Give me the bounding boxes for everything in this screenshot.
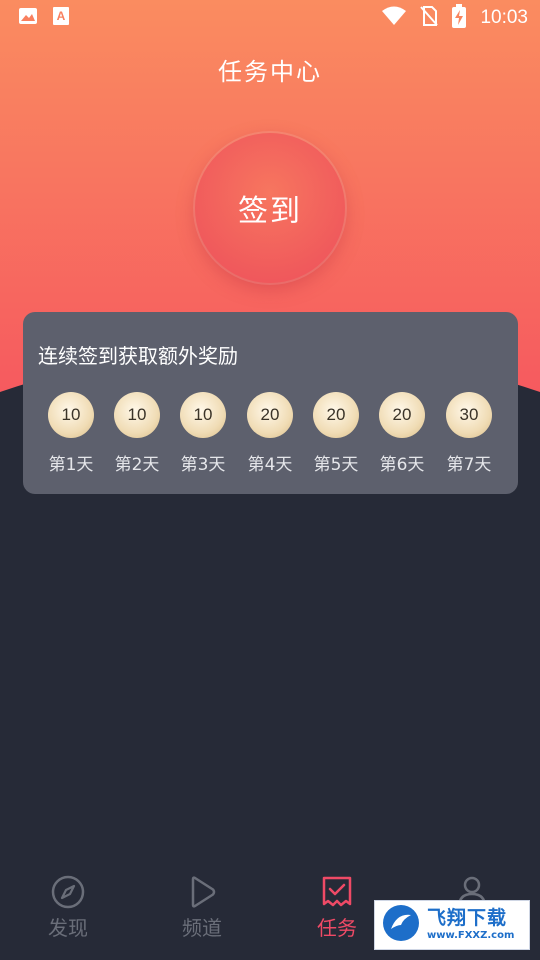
reward-coin: 10 — [180, 392, 226, 438]
page-title: 任务中心 — [218, 58, 322, 86]
reward-coin: 20 — [313, 392, 359, 438]
reward-day-label: 第3天 — [180, 455, 226, 475]
reward-day-label: 第1天 — [48, 455, 94, 475]
reward-day-label: 第4天 — [247, 455, 293, 475]
checkin-button[interactable]: 签到 — [195, 133, 345, 283]
watermark-title: 飞翔下载 — [427, 907, 508, 929]
watermark-badge: 飞翔下载 www.FXXZ.com — [374, 900, 530, 950]
task-check-icon — [287, 874, 387, 910]
tab-channels[interactable]: 频道 — [152, 874, 252, 941]
reward-title: 连续签到获取额外奖励 — [38, 344, 238, 368]
reward-day-label: 第7天 — [446, 455, 492, 475]
compass-icon — [18, 874, 118, 910]
status-bar: A 10:03 — [0, 0, 540, 36]
battery-charging-icon — [452, 4, 467, 32]
no-sim-icon — [420, 5, 439, 31]
reward-coin: 10 — [114, 392, 160, 438]
streak-reward-card: 连续签到获取额外奖励 10 第1天 10 第2天 10 第3天 20 第4天 2… — [23, 312, 518, 494]
text-a-icon: A — [52, 6, 70, 30]
reward-day-3: 10 第3天 — [170, 392, 236, 475]
tab-tasks[interactable]: 任务 — [287, 874, 387, 941]
reward-day-7: 30 第7天 — [436, 392, 502, 475]
status-time: 10:03 — [480, 7, 528, 28]
reward-day-label: 第6天 — [379, 455, 425, 475]
svg-text:A: A — [57, 9, 66, 23]
wifi-icon — [382, 6, 407, 30]
reward-day-6: 20 第6天 — [369, 392, 435, 475]
tab-label: 任务 — [317, 916, 357, 940]
tab-label: 发现 — [48, 916, 88, 940]
reward-day-4: 20 第4天 — [237, 392, 303, 475]
reward-coin: 20 — [379, 392, 425, 438]
play-icon — [152, 874, 252, 910]
watermark-logo-icon — [381, 903, 421, 947]
tab-label: 频道 — [182, 916, 222, 940]
reward-day-5: 20 第5天 — [303, 392, 369, 475]
reward-day-label: 第5天 — [313, 455, 359, 475]
reward-coin: 30 — [446, 392, 492, 438]
watermark-url: www.FXXZ.com — [427, 930, 515, 941]
reward-coin: 20 — [247, 392, 293, 438]
reward-day-2: 10 第2天 — [104, 392, 170, 475]
reward-day-label: 第2天 — [114, 455, 160, 475]
checkin-button-label: 签到 — [238, 194, 302, 229]
image-icon — [18, 7, 38, 29]
tab-discover[interactable]: 发现 — [18, 874, 118, 941]
reward-coin: 10 — [48, 392, 94, 438]
reward-day-1: 10 第1天 — [38, 392, 104, 475]
